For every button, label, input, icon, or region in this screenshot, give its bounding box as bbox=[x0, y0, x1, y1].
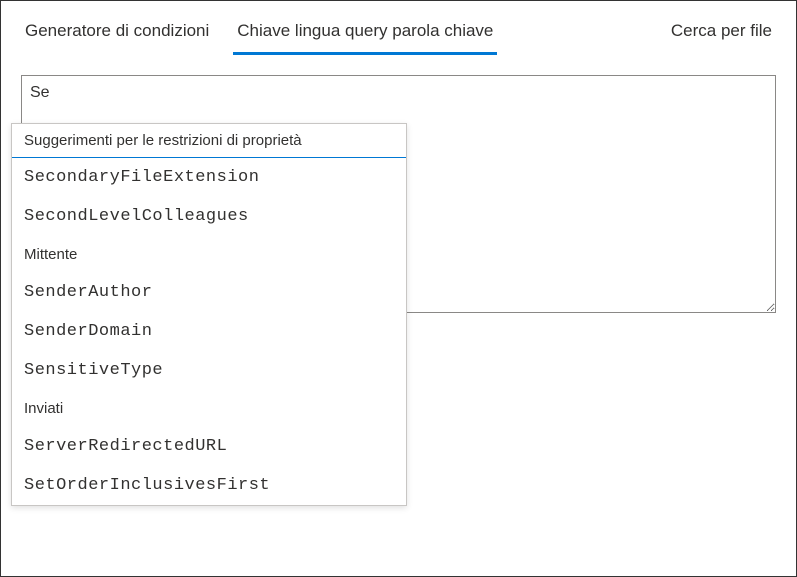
tab-bar: Generatore di condizioni Chiave lingua q… bbox=[1, 1, 796, 55]
suggestions-dropdown: Suggerimenti per le restrizioni di propr… bbox=[11, 123, 407, 506]
suggestions-list: SecondaryFileExtensionSecondLevelColleag… bbox=[12, 158, 406, 505]
suggestion-item[interactable]: Mittente bbox=[12, 236, 406, 273]
suggestion-item[interactable]: SenderAuthor bbox=[12, 273, 406, 312]
tab-search-by-file[interactable]: Cerca per file bbox=[667, 13, 776, 55]
suggestion-item[interactable]: Inviati bbox=[12, 390, 406, 427]
tab-kql[interactable]: Chiave lingua query parola chiave bbox=[233, 13, 497, 55]
suggestion-item[interactable]: SenderDomain bbox=[12, 312, 406, 351]
suggestion-item[interactable]: SensitiveType bbox=[12, 351, 406, 390]
suggestion-item[interactable]: SecondaryFileExtension bbox=[12, 158, 406, 197]
tab-condition-builder[interactable]: Generatore di condizioni bbox=[21, 13, 213, 55]
suggestion-item[interactable]: ServerRedirectedURL bbox=[12, 427, 406, 466]
suggestion-item[interactable]: SetOrderInclusivesFirst bbox=[12, 466, 406, 505]
suggestions-header: Suggerimenti per le restrizioni di propr… bbox=[12, 124, 406, 158]
suggestion-item[interactable]: SecondLevelColleagues bbox=[12, 197, 406, 236]
